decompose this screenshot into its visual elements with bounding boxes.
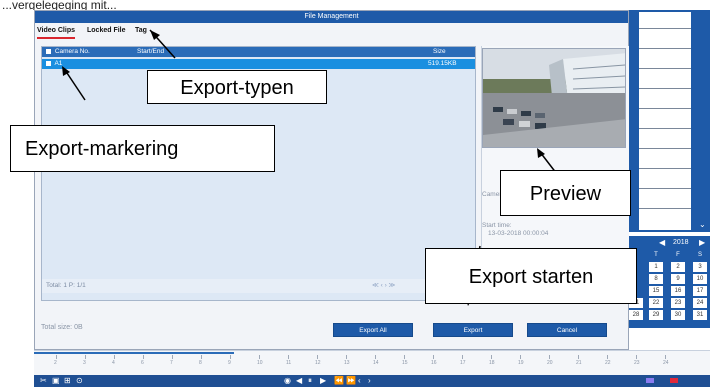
callout-export-type: Export-typen	[147, 70, 327, 104]
callout-export-start: Export starten	[425, 248, 637, 304]
callout-export-marking: Export-markering	[10, 125, 275, 172]
callout-preview: Preview	[500, 170, 631, 216]
